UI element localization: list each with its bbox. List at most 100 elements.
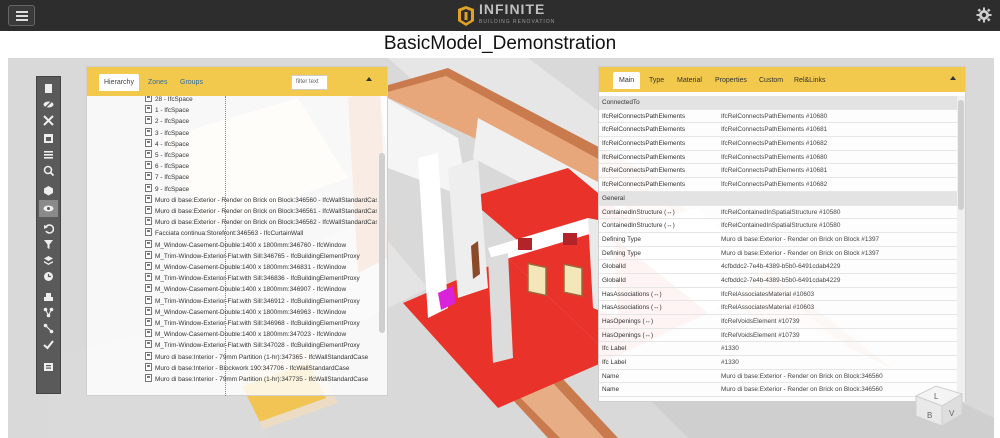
tree-item[interactable]: M_Window-Casement-Double:1400 x 1800mm:3… [145, 239, 346, 251]
tree-item[interactable]: M_Window-Casement-Double:1400 x 1800mm:3… [145, 284, 346, 295]
tree-item[interactable]: Muro di base:Interior - Blockwork 190:34… [145, 362, 349, 374]
eye-slash-icon[interactable] [39, 96, 58, 113]
tree-item[interactable]: M_Window-Casement-Double:1400 x 1800mm:3… [145, 262, 346, 273]
tree-item[interactable]: Muro di base:Interior - 79mm Partition (… [145, 351, 369, 363]
tab-custom[interactable]: Custom [753, 72, 789, 89]
property-value: #1330 [721, 345, 739, 353]
collapse-caret-icon[interactable] [366, 77, 372, 81]
tree-item[interactable]: M_Trim-Window-Exterior-Flat:with Sill:34… [145, 318, 360, 329]
tree-item-label: 5 - IfcSpace [155, 152, 190, 159]
logo-icon [458, 6, 474, 26]
share-icon[interactable] [39, 304, 58, 321]
tree-item[interactable]: M_Trim-Window-Exterior-Flat:with Sill:34… [145, 250, 360, 262]
undo-icon[interactable] [39, 220, 58, 237]
element-icon [145, 194, 152, 203]
clock-icon[interactable] [39, 268, 58, 285]
tree-item[interactable]: 5 - IfcSpace [145, 150, 189, 161]
property-row: Defining Type Muro di base:Exterior - Ren… [599, 233, 957, 247]
element-icon [145, 295, 152, 304]
tab-type[interactable]: Type [643, 72, 670, 89]
tree-item-label: 7 - IfcSpace [155, 174, 190, 182]
tree-item[interactable]: 28 - IfcSpace [145, 96, 193, 105]
tree-item-label: Muro di base:Interior - 79mm Partition (… [155, 376, 369, 383]
property-key: HasOpenings (↔) [602, 318, 654, 325]
tree-item[interactable]: Muro di base:Interior - 79mm Partition (… [145, 374, 368, 385]
check-icon[interactable] [39, 336, 58, 353]
window-icon[interactable] [39, 130, 58, 147]
tab-properties[interactable]: Properties [709, 72, 753, 89]
zoom-icon[interactable] [39, 162, 58, 179]
tree-item[interactable]: 3 - IfcSpace [145, 127, 189, 139]
tree-item[interactable]: M_Trim-Window-Exterior-Flat:with Sill:34… [145, 340, 360, 351]
property-row: Ifc Label #1330 [599, 356, 957, 370]
property-row: HasOpenings (↔) IfcRelVoidsElement #10739 [599, 315, 957, 329]
tree-item[interactable]: 9 - IfcSpace [145, 183, 189, 195]
tab-material[interactable]: Material [671, 72, 708, 89]
layers-icon[interactable] [39, 252, 58, 269]
logo-subtitle: BUILDING RENOVATION [479, 19, 556, 25]
tree-item[interactable]: Muro di base:Exterior - Render on Brick … [145, 206, 377, 217]
element-tree: 28 - IfcSpace 1 - IfcSpace 2 - IfcSpace 3 -… [87, 96, 377, 396]
element-icon [145, 273, 152, 282]
tab-zones[interactable]: Zones [143, 74, 172, 91]
tree-item[interactable]: M_Trim-Window-Exterior-Flat:with Sill:34… [145, 295, 360, 307]
property-key: IfcRelConnectsPathElements [602, 167, 686, 175]
property-value: IfcRelConnectsPathElements #10682 [721, 181, 828, 189]
property-value: 4cfbddc2-7e4b-4389-b5b0-6491cdab4229 [721, 276, 841, 284]
hamburger-icon[interactable] [8, 5, 35, 26]
collapse-caret-icon[interactable] [950, 76, 956, 80]
filter-input[interactable]: filter text [291, 75, 328, 90]
document-icon[interactable] [39, 80, 58, 97]
tree-item[interactable]: Muro di base:Exterior - Render on Brick … [145, 217, 377, 228]
tree-item-label: Muro di base:Interior - 79mm Partition (… [155, 353, 369, 361]
property-key: IfcRelConnectsPathElements [602, 181, 686, 189]
property-key: GlobalId [602, 263, 626, 271]
tree-item-label: Facciata continua:Storefront:346563 - If… [155, 230, 304, 238]
section-title: General [602, 194, 625, 202]
tree-item[interactable]: Facciata continua:Storefront:346563 - If… [145, 228, 303, 239]
tree-item[interactable]: 7 - IfcSpace [145, 172, 189, 183]
property-row: IfcRelConnectsPathElements IfcRelConnects… [599, 178, 957, 192]
property-key: Ifc Label [602, 359, 627, 367]
structure-icon[interactable] [39, 288, 58, 305]
eye-icon[interactable] [39, 200, 58, 217]
tree-item[interactable]: Muro di base:Exterior - Render on Brick … [145, 194, 377, 206]
cross-arrows-icon[interactable] [39, 112, 58, 129]
property-value: IfcRelContainedInSpatialStructure #10580 [721, 208, 841, 216]
list-icon[interactable] [39, 146, 58, 163]
property-key: IfcRelConnectsPathElements [602, 140, 686, 148]
property-value: IfcRelVoidsElement #10739 [721, 318, 800, 325]
tree-item-label: Muro di base:Exterior - Render on Brick … [155, 219, 377, 227]
tree-item-label: M_Trim-Window-Exterior-Flat:with Sill:34… [155, 342, 360, 350]
tree-item-label: M_Trim-Window-Exterior-Flat:with Sill:34… [155, 252, 360, 260]
element-icon [145, 239, 152, 248]
section-header[interactable]: General [599, 191, 957, 206]
gear-icon[interactable] [976, 7, 992, 23]
tab-groups[interactable]: Groups [175, 74, 208, 91]
tree-item[interactable]: 1 - IfcSpace [145, 105, 189, 116]
tree-item-label: M_Trim-Window-Exterior-Flat:with Sill:34… [155, 297, 360, 305]
tab-hierarchy[interactable]: Hierarchy [99, 74, 139, 91]
tree-item[interactable]: M_Trim-Window-Exterior-Flat:with Sill:34… [145, 273, 360, 284]
filter-icon[interactable] [39, 236, 58, 253]
tree-item[interactable]: 2 - IfcSpace [145, 116, 189, 127]
tree-scrollbar[interactable] [379, 153, 385, 333]
tree-item[interactable]: M_Window-Casement-Double:1400 x 1800mm:3… [145, 306, 346, 318]
connect-icon[interactable] [39, 320, 58, 337]
cube-icon[interactable] [39, 182, 58, 199]
space-icon [145, 96, 152, 102]
section-header[interactable]: ConnectedTo [599, 96, 957, 110]
tab-rel-links[interactable]: Rel&Links [788, 72, 832, 89]
tree-item[interactable]: 4 - IfcSpace [145, 138, 190, 150]
tree-item[interactable]: M_Window-Casement-Double:1400 x 1800mm:3… [145, 329, 346, 340]
view-cube[interactable]: L B V [912, 380, 966, 427]
property-value: IfcRelConnectsPathElements #10680 [721, 153, 828, 161]
properties-scrollbar[interactable] [957, 96, 965, 402]
properties-panel: Main Type Material Properties Custom Rel… [598, 66, 966, 402]
export-icon[interactable] [39, 358, 58, 375]
property-value: 4cfbddc2-7e4b-4389-b5b0-6491cdab4229 [721, 263, 841, 271]
tab-main[interactable]: Main [613, 72, 641, 89]
tree-item-label: 4 - IfcSpace [155, 140, 190, 148]
tree-item[interactable]: 6 - IfcSpace [145, 161, 189, 172]
property-value: IfcRelConnectsPathElements #10682 [721, 140, 828, 148]
